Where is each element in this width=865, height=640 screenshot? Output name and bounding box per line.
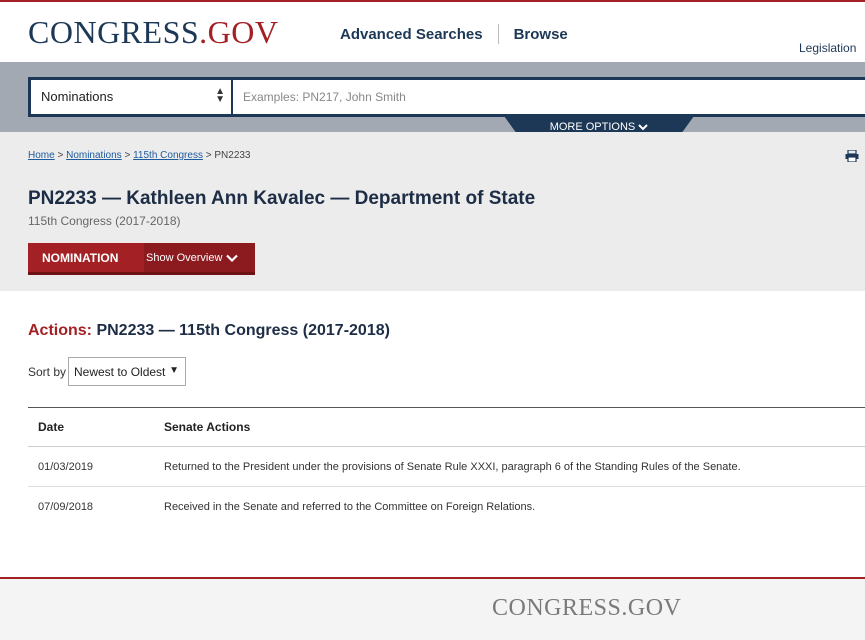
show-overview-label: Show Overview — [146, 251, 223, 264]
column-header-senate-actions[interactable]: Senate Actions — [154, 420, 865, 434]
action-text: Received in the Senate and referred to t… — [164, 501, 536, 513]
table-row: 01/03/2019 Returned to the President und… — [28, 447, 865, 487]
footer-logo[interactable]: CONGRESS.GOV — [492, 595, 681, 622]
actions-heading-prefix: Actions: — [28, 322, 92, 339]
action-date: 07/09/2018 — [38, 501, 94, 513]
nav-divider — [497, 24, 499, 44]
sort-label: Sort by — [28, 365, 67, 379]
breadcrumb-home[interactable]: Home — [28, 150, 55, 161]
congress-subtitle: 115th Congress (2017-2018) — [28, 214, 181, 228]
breadcrumb: Home > Nominations > 115th Congress > PN… — [28, 150, 251, 161]
breadcrumb-sep: > — [57, 150, 64, 161]
breadcrumb-nominations[interactable]: Nominations — [66, 150, 122, 161]
dropdown-arrow-icon: ▼ — [169, 365, 179, 376]
site-footer: CONGRESS.GOV — [0, 579, 865, 640]
select-updown-icon: ▲ ▼ — [215, 86, 225, 105]
congress-gov-logo[interactable]: CONGRESS.GOV — [28, 14, 278, 51]
sort-select[interactable]: Newest to Oldest ▼ — [68, 357, 186, 386]
nav-browse[interactable]: Browse — [514, 26, 568, 43]
actions-heading: Actions: PN2233 — 115th Congress (2017-2… — [28, 322, 390, 340]
breadcrumb-congress[interactable]: 115th Congress — [133, 150, 203, 161]
action-date: 01/03/2019 — [38, 460, 94, 473]
sort-select-value: Newest to Oldest — [74, 365, 166, 379]
logo-congress-text: CONGRESS — [28, 14, 200, 50]
table-header: Date Senate Actions — [28, 407, 865, 447]
actions-heading-text: PN2233 — 115th Congress (2017-2018) — [96, 322, 390, 339]
nomination-tab-label[interactable]: NOMINATION — [28, 251, 144, 265]
nomination-tab: NOMINATION Show Overview — [28, 243, 255, 275]
main-nav: Advanced Searches Browse — [340, 24, 568, 44]
collection-select-value: Nominations — [41, 89, 114, 104]
nomination-overview-section: Home > Nominations > 115th Congress > PN… — [0, 132, 865, 291]
search-box: Nominations ▲ ▼ — [28, 77, 865, 117]
legislation-link[interactable]: Legislation — [799, 41, 856, 55]
chevron-down-icon — [226, 254, 239, 262]
print-icon[interactable] — [845, 150, 859, 162]
page-title: PN2233 — Kathleen Ann Kavalec — Departme… — [28, 188, 536, 209]
actions-table: Date Senate Actions 01/03/2019 Returned … — [28, 407, 865, 527]
logo-gov-text: .GOV — [199, 14, 279, 50]
action-text: Returned to the President under the prov… — [164, 460, 741, 473]
search-band: Nominations ▲ ▼ — [0, 62, 865, 132]
collection-select[interactable]: Nominations ▲ ▼ — [31, 80, 231, 114]
breadcrumb-sep: > — [205, 150, 212, 161]
column-header-date[interactable]: Date — [28, 420, 154, 434]
nav-advanced-searches[interactable]: Advanced Searches — [340, 26, 483, 43]
search-input[interactable] — [233, 80, 865, 114]
show-overview-toggle[interactable]: Show Overview — [144, 243, 255, 272]
chevron-down-icon — [638, 124, 649, 131]
breadcrumb-sep: > — [124, 150, 131, 161]
site-header: CONGRESS.GOV Advanced Searches Browse Le… — [0, 2, 865, 62]
breadcrumb-current: PN2233 — [214, 150, 251, 161]
table-row: 07/09/2018 Received in the Senate and re… — [28, 487, 865, 527]
